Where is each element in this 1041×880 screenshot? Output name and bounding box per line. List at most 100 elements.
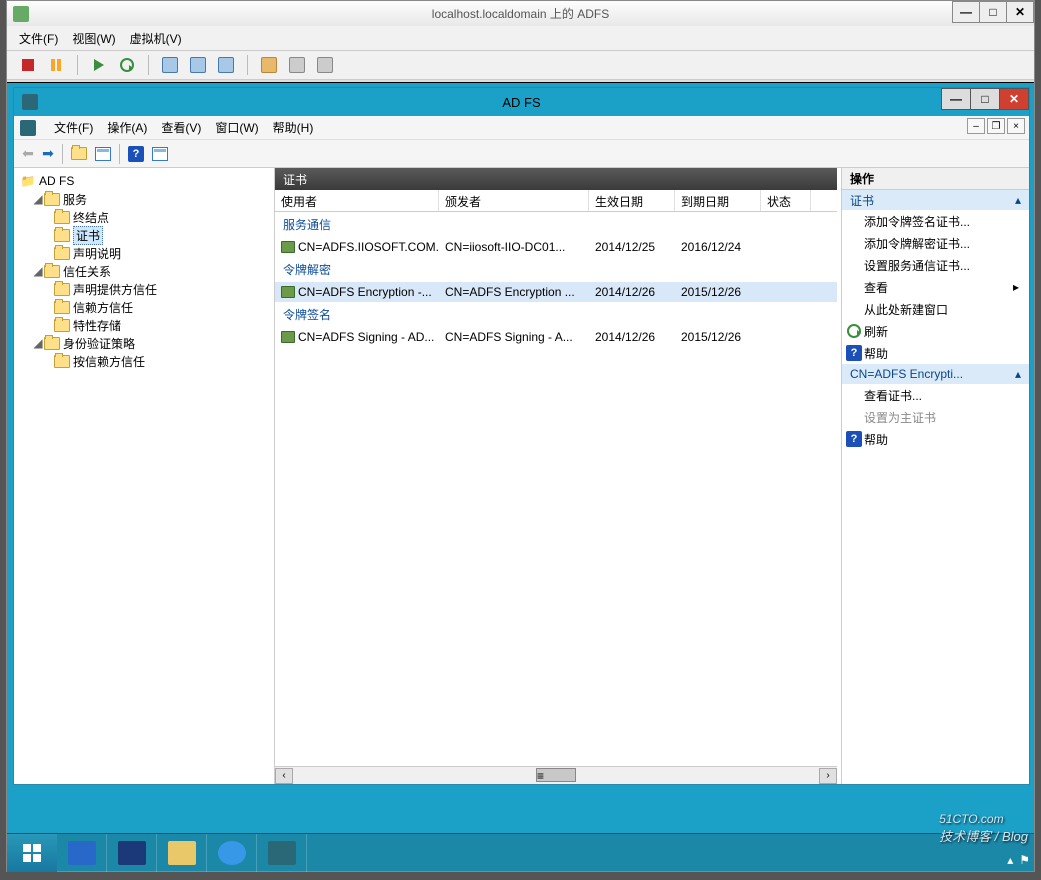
action-help[interactable]: ?帮助 — [842, 342, 1029, 364]
snapshot-button[interactable] — [161, 56, 179, 74]
stop-button[interactable] — [19, 56, 37, 74]
tree-certificates[interactable]: 证书 — [16, 226, 272, 244]
pause-button[interactable] — [47, 56, 65, 74]
list-view-button[interactable] — [93, 144, 113, 164]
group-token-decrypt[interactable]: 令牌解密 — [275, 257, 837, 282]
tree-service[interactable]: ◢服务 — [16, 190, 272, 208]
folder-icon — [44, 191, 60, 207]
adfs-minimize-button[interactable]: — — [941, 88, 971, 110]
devices-button[interactable] — [316, 56, 334, 74]
action-help-2[interactable]: ?帮助 — [842, 428, 1029, 450]
taskbar-ie[interactable] — [207, 834, 257, 872]
col-issuer[interactable]: 颁发者 — [439, 190, 589, 211]
folder-icon — [54, 317, 70, 333]
tree-auth-policy[interactable]: ◢身份验证策略 — [16, 334, 272, 352]
folder-icon — [54, 245, 70, 261]
nav-back-button[interactable]: ⬅ — [20, 146, 36, 162]
tree-claim-desc[interactable]: 声明说明 — [16, 244, 272, 262]
tray-flag-icon[interactable]: ⚑ — [1019, 853, 1030, 867]
detail-pane-button[interactable] — [150, 144, 170, 164]
action-add-signing-cert[interactable]: 添加令牌签名证书... — [842, 210, 1029, 232]
menu-action[interactable]: 操作(A) — [107, 119, 147, 136]
action-view[interactable]: 查看 — [842, 276, 1029, 298]
group-token-sign[interactable]: 令牌签名 — [275, 302, 837, 327]
group-service-comm[interactable]: 服务通信 — [275, 212, 837, 237]
snapshot-manager-button[interactable] — [217, 56, 235, 74]
snapshot-revert-button[interactable] — [189, 56, 207, 74]
tree-per-rp[interactable]: 按信赖方信任 — [16, 352, 272, 370]
action-add-decrypt-cert[interactable]: 添加令牌解密证书... — [842, 232, 1029, 254]
play-button[interactable] — [90, 56, 108, 74]
up-folder-button[interactable] — [69, 144, 89, 164]
scroll-right-button[interactable]: › — [819, 768, 837, 784]
taskbar[interactable]: ▴ ⚑ — [7, 833, 1034, 871]
tree-trust[interactable]: ◢信任关系 — [16, 262, 272, 280]
actions-section-certs[interactable]: 证书▴ — [842, 190, 1029, 210]
close-button[interactable]: ✕ — [1006, 1, 1034, 23]
console-button[interactable] — [288, 56, 306, 74]
actions-section-selected[interactable]: CN=ADFS Encrypti...▴ — [842, 364, 1029, 384]
tree-relying-party[interactable]: 信赖方信任 — [16, 298, 272, 316]
menu-vm[interactable]: 虚拟机(V) — [130, 30, 182, 47]
vmware-toolbar — [7, 50, 1034, 80]
action-set-service-cert[interactable]: 设置服务通信证书... — [842, 254, 1029, 276]
scroll-left-button[interactable]: ‹ — [275, 768, 293, 784]
mdi-minimize-button[interactable]: – — [967, 118, 985, 134]
vmware-titlebar[interactable]: localhost.localdomain 上的 ADFS — □ ✕ — [7, 1, 1034, 26]
taskbar-powershell[interactable] — [107, 834, 157, 872]
center-header: 证书 — [275, 168, 837, 190]
menu-file[interactable]: 文件(F) — [54, 119, 93, 136]
mdi-close-button[interactable]: × — [1007, 118, 1025, 134]
action-refresh[interactable]: 刷新 — [842, 320, 1029, 342]
adfs-root-icon: 📁 — [20, 173, 36, 189]
fullscreen-button[interactable] — [260, 56, 278, 74]
nav-forward-button[interactable]: ➡ — [40, 146, 56, 162]
cert-row-service[interactable]: CN=ADFS.IIOSOFT.COM... CN=iiosoft-IIO-DC… — [275, 237, 837, 257]
help-icon: ? — [846, 431, 862, 447]
collapse-icon: ▴ — [1015, 193, 1021, 207]
adfs-mmc-window: AD FS — □ ✕ 文件(F) 操作(A) 查看(V) 窗口(W) 帮助(H… — [13, 87, 1030, 785]
menu-help[interactable]: 帮助(H) — [273, 119, 314, 136]
tree-endpoints[interactable]: 终结点 — [16, 208, 272, 226]
taskbar-server-manager[interactable] — [57, 834, 107, 872]
tree-root-adfs[interactable]: 📁 AD FS — [16, 172, 272, 190]
adfs-maximize-button[interactable]: □ — [970, 88, 1000, 110]
restart-button[interactable] — [118, 56, 136, 74]
adfs-close-button[interactable]: ✕ — [999, 88, 1029, 110]
menu-view[interactable]: 查看(V) — [161, 119, 201, 136]
vmware-title: localhost.localdomain 上的 ADFS — [7, 5, 1034, 22]
certificate-icon — [281, 286, 295, 298]
maximize-button[interactable]: □ — [979, 1, 1007, 23]
taskbar-explorer[interactable] — [157, 834, 207, 872]
taskbar-adfs[interactable] — [257, 834, 307, 872]
action-new-window[interactable]: 从此处新建窗口 — [842, 298, 1029, 320]
help-button[interactable]: ? — [126, 144, 146, 164]
center-pane: 证书 使用者 颁发者 生效日期 到期日期 状态 服务通信 CN=ADFS.IIO… — [275, 168, 841, 784]
adfs-menubar-icon — [20, 120, 36, 136]
column-headers[interactable]: 使用者 颁发者 生效日期 到期日期 状态 — [275, 190, 837, 212]
menu-window[interactable]: 窗口(W) — [215, 119, 258, 136]
system-tray[interactable]: ▴ ⚑ — [1007, 853, 1030, 867]
col-effective[interactable]: 生效日期 — [589, 190, 675, 211]
col-expiry[interactable]: 到期日期 — [675, 190, 761, 211]
adfs-titlebar[interactable]: AD FS — □ ✕ — [14, 88, 1029, 116]
list-body[interactable]: 服务通信 CN=ADFS.IIOSOFT.COM... CN=iiosoft-I… — [275, 212, 837, 766]
minimize-button[interactable]: — — [952, 1, 980, 23]
col-subject[interactable]: 使用者 — [275, 190, 439, 211]
folder-icon — [54, 227, 70, 243]
col-status[interactable]: 状态 — [761, 190, 811, 211]
menu-file[interactable]: 文件(F) — [19, 30, 58, 47]
tree-claims-provider[interactable]: 声明提供方信任 — [16, 280, 272, 298]
start-button[interactable] — [7, 834, 57, 872]
cert-row-signing[interactable]: CN=ADFS Signing - AD... CN=ADFS Signing … — [275, 327, 837, 347]
cert-row-encryption[interactable]: CN=ADFS Encryption -... CN=ADFS Encrypti… — [275, 282, 837, 302]
action-view-cert[interactable]: 查看证书... — [842, 384, 1029, 406]
mdi-restore-button[interactable]: ❐ — [987, 118, 1005, 134]
windows-icon — [23, 844, 41, 862]
tree-attribute-store[interactable]: 特性存储 — [16, 316, 272, 334]
nav-tree[interactable]: 📁 AD FS ◢服务 终结点 证书 声明说明 ◢信任关系 声明提供方信任 信赖… — [14, 168, 275, 784]
scroll-thumb[interactable]: ≡ — [536, 768, 576, 782]
horizontal-scrollbar[interactable]: ‹ ≡ › — [275, 766, 837, 784]
tray-up-icon[interactable]: ▴ — [1007, 853, 1013, 867]
menu-view[interactable]: 视图(W) — [72, 30, 115, 47]
